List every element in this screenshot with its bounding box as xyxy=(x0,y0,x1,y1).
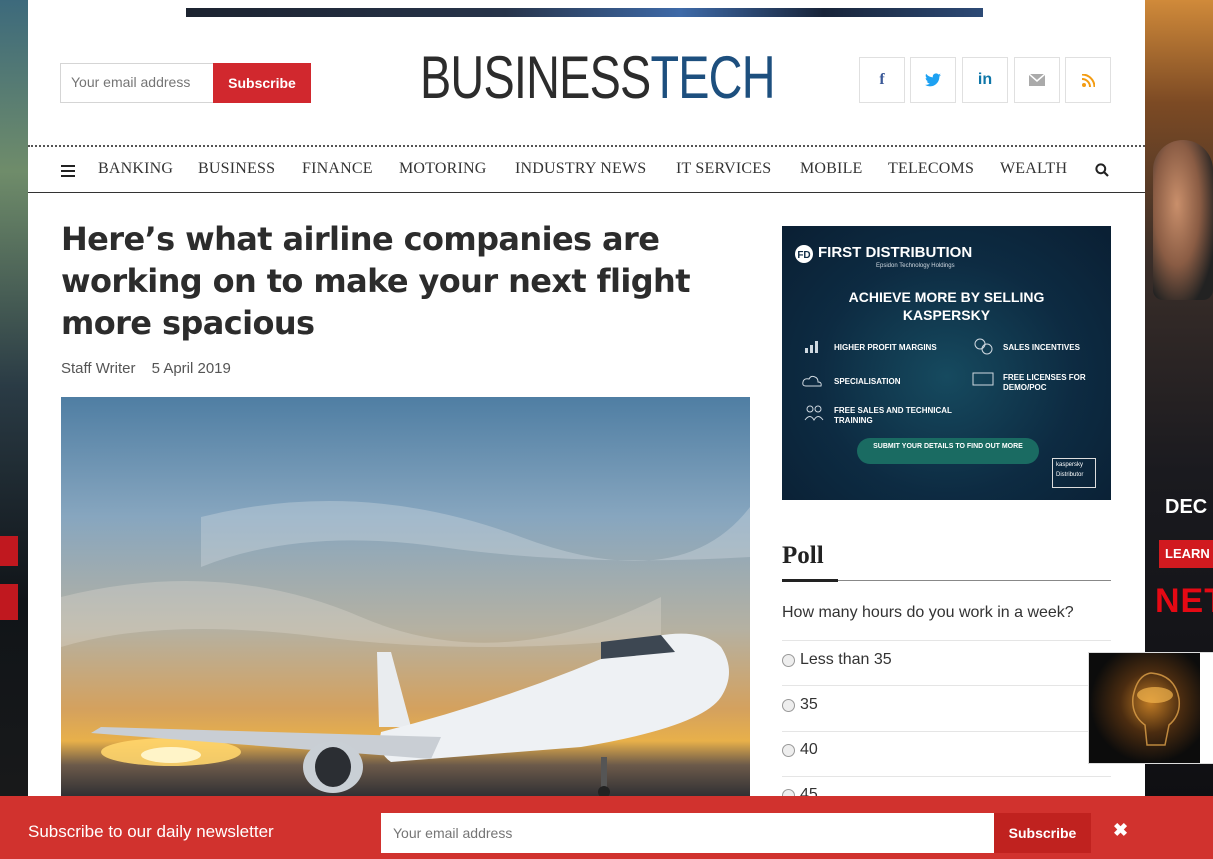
ad-feature: SPECIALISATION xyxy=(834,377,901,386)
ad-cta-button[interactable]: SUBMIT YOUR DETAILS TO FIND OUT MORE xyxy=(857,438,1039,464)
netflix-logo: NET xyxy=(1155,582,1213,620)
facebook-button[interactable]: f xyxy=(859,57,905,103)
monitor-icon xyxy=(972,372,994,386)
nav-item-industry-news[interactable]: INDUSTRY NEWS xyxy=(515,160,646,178)
first-distribution-logo-icon: FD xyxy=(795,245,813,263)
nav-item-banking[interactable]: BANKING xyxy=(98,160,173,178)
newsletter-email-input[interactable] xyxy=(381,813,994,853)
article-hero-image xyxy=(61,397,750,797)
logo-business: BUSINESS xyxy=(420,44,651,111)
linkedin-icon: in xyxy=(977,71,993,88)
header-subscribe-button[interactable]: Subscribe xyxy=(213,63,311,103)
poll-option[interactable]: 40 xyxy=(782,741,818,759)
airplane-illustration xyxy=(61,501,750,797)
header-divider xyxy=(28,145,1145,147)
nav-item-finance[interactable]: FINANCE xyxy=(302,160,373,178)
article-author[interactable]: Staff Writer xyxy=(61,360,135,377)
email-icon xyxy=(1029,74,1045,86)
top-banner-ad[interactable] xyxy=(186,8,983,17)
site-logo[interactable]: BUSINESSTECH xyxy=(420,40,776,116)
poll-row-divider xyxy=(782,640,1111,641)
ad-headline-line2: KASPERSKY xyxy=(902,307,991,323)
ad-headline: ACHIEVE MORE BY SELLING KASPERSKY xyxy=(782,288,1111,324)
eskom-promo-caption[interactable] xyxy=(1200,652,1213,764)
coins-icon xyxy=(974,338,993,355)
nav-item-wealth[interactable]: WEALTH xyxy=(1000,160,1067,178)
poll-option-label: 35 xyxy=(800,696,818,713)
ad-feature: HIGHER PROFIT MARGINS xyxy=(834,343,937,352)
training-icon xyxy=(804,405,824,422)
poll-question: How many hours do you work in a week? xyxy=(782,604,1074,621)
radio-button[interactable] xyxy=(782,743,795,757)
article-date: 5 April 2019 xyxy=(151,360,231,377)
close-icon[interactable]: ✖ xyxy=(1113,820,1128,841)
rss-icon xyxy=(1081,73,1095,87)
ad-brand: FIRST DISTRIBUTION xyxy=(818,244,973,261)
rss-button[interactable] xyxy=(1065,57,1111,103)
nav-item-motoring[interactable]: MOTORING xyxy=(399,160,487,178)
nav-item-it-services[interactable]: IT SERVICES xyxy=(676,160,771,178)
left-skin-tab xyxy=(0,584,18,620)
poll-option[interactable]: Less than 35 xyxy=(782,651,892,669)
eskom-promo-image[interactable] xyxy=(1088,652,1202,764)
poll-option-label: 40 xyxy=(800,741,818,758)
twitter-icon xyxy=(925,73,941,87)
facebook-icon: f xyxy=(879,71,885,88)
newsletter-subscribe-button[interactable]: Subscribe xyxy=(994,813,1091,853)
main-nav: BANKING BUSINESS FINANCE MOTORING INDUST… xyxy=(28,150,1145,193)
ad-feature: SALES INCENTIVES xyxy=(1003,343,1080,352)
newsletter-text: Subscribe to our daily newsletter xyxy=(28,822,274,841)
email-share-button[interactable] xyxy=(1014,57,1060,103)
kaspersky-badge-name: kaspersky xyxy=(1056,462,1084,468)
left-skin-ad[interactable] xyxy=(0,0,28,859)
lightbulb-icon xyxy=(1132,672,1181,746)
radio-button[interactable] xyxy=(782,698,795,712)
kaspersky-ad[interactable]: FD FIRST DISTRIBUTION Epsidon Technology… xyxy=(782,226,1111,500)
kaspersky-badge: kaspersky Distributor xyxy=(1052,458,1096,488)
poll-row-divider xyxy=(782,731,1111,732)
actor-image xyxy=(1153,140,1213,300)
poll-option-label: Less than 35 xyxy=(800,651,892,668)
ad-headline-line1: ACHIEVE MORE BY SELLING xyxy=(848,289,1045,305)
ad-feature: FREE SALES AND TECHNICAL TRAINING xyxy=(834,406,952,425)
radio-button[interactable] xyxy=(782,653,795,667)
article-headline: Here’s what airline companies are workin… xyxy=(61,220,691,342)
menu-icon[interactable] xyxy=(61,165,75,177)
bar-chart-icon xyxy=(805,341,818,353)
nav-item-business[interactable]: BUSINESS xyxy=(198,160,275,178)
poll-title: Poll xyxy=(782,542,824,569)
nav-item-telecoms[interactable]: TELECOMS xyxy=(888,160,974,178)
cloud-icon xyxy=(802,375,822,387)
linkedin-button[interactable]: in xyxy=(962,57,1008,103)
poll-divider-accent xyxy=(782,579,838,582)
twitter-button[interactable] xyxy=(910,57,956,103)
kaspersky-badge-label: Distributor xyxy=(1056,472,1084,478)
ad-feature: FREE LICENSES FOR DEMO/POC xyxy=(1003,373,1086,392)
header-email-field[interactable] xyxy=(60,63,221,103)
nav-item-mobile[interactable]: MOBILE xyxy=(800,160,863,178)
svg-text:FD: FD xyxy=(797,250,810,261)
header-email-input[interactable] xyxy=(61,64,221,100)
skin-text: DEC xyxy=(1165,496,1208,518)
article-byline: Staff Writer 5 April 2019 xyxy=(61,360,231,377)
poll-row-divider xyxy=(782,685,1111,686)
ad-sub-brand: Epsidon Technology Holdings xyxy=(876,263,955,269)
poll-row-divider xyxy=(782,776,1111,777)
left-skin-tab xyxy=(0,536,18,566)
logo-tech: TECH xyxy=(650,44,775,111)
learn-more-button[interactable]: LEARN xyxy=(1159,540,1213,568)
search-icon[interactable] xyxy=(1095,163,1109,177)
poll-option[interactable]: 35 xyxy=(782,696,818,714)
